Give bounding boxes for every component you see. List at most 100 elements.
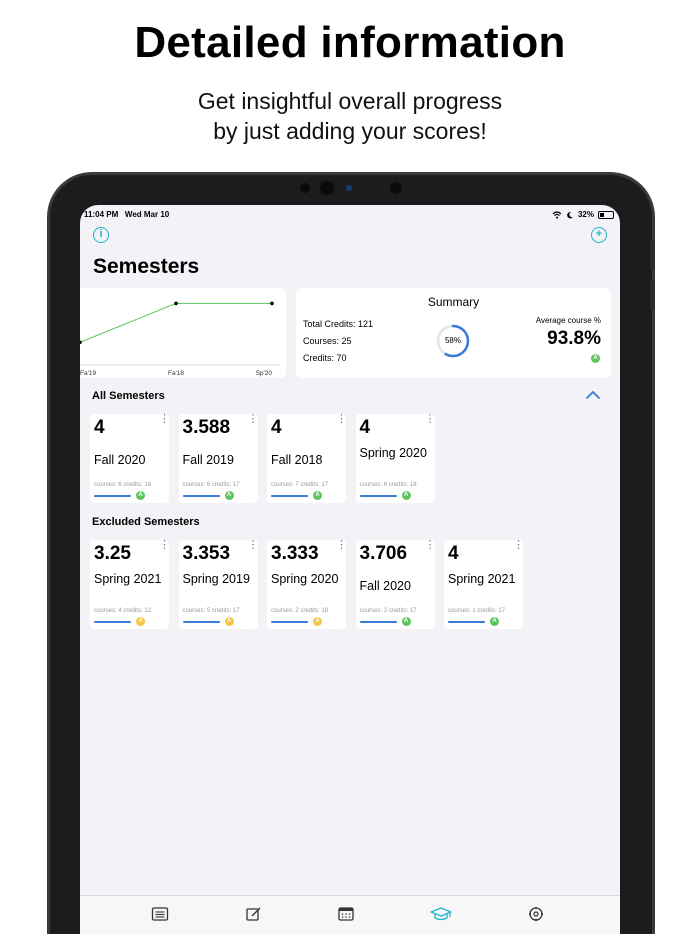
semester-gpa: 4 [359,417,371,438]
semester-card[interactable]: 3.588 ⋮ Fall 2019 courses: 6 credits: 17 A [178,414,259,503]
semester-gpa: 3.706 [359,543,408,564]
promo-subtitle-line: by just adding your scores! [213,118,487,144]
status-bar: 11:04 PM Wed Mar 10 32% [80,208,620,222]
semester-meta: courses: 4 credits: 12 [94,608,152,614]
plus-circle-icon[interactable]: + [591,227,607,243]
status-clock: 11:04 PM [84,210,119,219]
progress-bar [359,495,397,497]
more-options-icon[interactable]: ⋮ [248,414,259,425]
more-options-icon[interactable]: ⋮ [248,540,259,551]
grade-badge: A [136,617,145,626]
semester-name: Fall 2020 [359,579,411,593]
semester-gpa: 4 [448,543,459,564]
summary-card: Summary Total Credits: 121 Courses: 25 C… [296,288,611,378]
semester-meta: courses: 6 credits: 17 [182,482,240,488]
total-credits-label: Total Credits: 121 [303,319,374,329]
grade-badge: A [136,491,145,500]
semester-card[interactable]: 4 ⋮ Spring 2020 courses: 6 credits: 18 A [355,414,436,503]
promo-subtitle: Get insightful overall progress by just … [0,86,700,146]
battery-icon [598,210,614,219]
courses-label: Courses: 25 [303,336,352,346]
calendar-icon[interactable] [337,906,355,922]
semester-card[interactable]: 3.333 ⋮ Spring 2020 courses: 2 credits: 18 A [267,540,347,629]
more-options-icon[interactable]: ⋮ [425,540,436,551]
semester-card[interactable]: 3.25 ⋮ Spring 2021 courses: 4 credits: 12 A [90,540,170,629]
settings-icon[interactable] [527,906,545,922]
camera-light [346,185,352,191]
semester-meta: courses: 7 credits: 17 [271,482,329,488]
gpa-trend-chart: Fa'19 Fa'18 Sp'20 [80,288,286,378]
status-right: 32% [552,210,614,219]
camera-lens [320,181,334,195]
trend-line [80,302,272,343]
semester-name: Spring 2020 [359,446,427,460]
more-options-icon[interactable]: ⋮ [336,414,347,425]
progress-bar [271,495,308,497]
progress-bar [94,621,131,623]
semester-gpa: 3.333 [271,543,319,564]
status-time: 11:04 PM Wed Mar 10 [84,210,169,219]
semester-meta: courses: 6 credits: 18 [94,482,152,488]
app-screen: 11:04 PM Wed Mar 10 32% i + Semesters Fa… [80,205,620,934]
semester-card[interactable]: 4 ⋮ Fall 2018 courses: 7 credits: 17 A [267,414,347,503]
more-options-icon[interactable]: ⋮ [513,540,524,551]
progress-ring-label: 58% [444,336,461,345]
average-course-value: 93.8% [547,328,601,349]
edit-icon[interactable] [245,906,263,922]
grade-badge: A [224,617,234,626]
progress-bar [359,621,397,623]
battery-percent: 32% [577,210,594,219]
excluded-semesters-heading: Excluded Semesters [92,516,200,528]
gpa-trend-svg: Fa'19 Fa'18 Sp'20 [80,301,280,377]
semester-name: Spring 2021 [94,572,162,586]
semester-gpa: 3.588 [182,417,231,438]
semester-meta: courses: 6 credits: 18 [359,482,417,488]
volume-up-button [650,240,655,270]
progress-bar [448,621,485,623]
all-semesters-heading: All Semesters [92,390,165,402]
grade-badge: A [224,491,234,500]
grade-badge: A [313,617,322,626]
semester-card[interactable]: 4 ⋮ Spring 2021 courses: 1 credits: 17 A [444,540,524,629]
progress-bar [94,495,131,497]
progress-bar [271,621,308,623]
semester-name: Spring 2019 [182,572,250,586]
progress-bar [182,621,220,623]
semester-gpa: 3.353 [182,543,231,564]
semester-meta: courses: 1 credits: 17 [448,608,506,614]
chevron-up-icon[interactable] [585,389,601,401]
semester-name: Spring 2020 [271,572,339,586]
volume-down-button [650,280,655,310]
progress-bar [182,495,220,497]
semester-card[interactable]: 4 ⋮ Fall 2020 courses: 6 credits: 18 A [90,414,170,503]
x-tick-label: Fa'18 [168,370,184,377]
semester-name: Fall 2020 [94,453,146,467]
semester-card[interactable]: 3.706 ⋮ Fall 2020 courses: 2 credits: 17 A [355,540,436,629]
semester-gpa: 4 [94,417,105,438]
more-options-icon[interactable]: ⋮ [336,540,347,551]
more-options-icon[interactable]: ⋮ [425,414,436,425]
sensor-dot [300,183,310,193]
semester-gpa: 3.25 [94,543,131,564]
graduation-cap-icon[interactable] [430,906,452,922]
x-tick-label: Fa'19 [80,370,96,377]
promo-subtitle-line: Get insightful overall progress [197,88,503,114]
more-options-icon[interactable]: ⋮ [159,540,170,551]
semester-name: Fall 2019 [182,453,234,467]
average-grade-badge: A [591,354,600,363]
semester-card[interactable]: 3.353 ⋮ Spring 2019 courses: 5 credits: 17 A [178,540,259,629]
moon-icon [567,211,573,218]
average-course-label: Average course % [535,316,601,325]
promo-title: Detailed information [134,18,566,67]
semester-name: Spring 2021 [448,572,516,586]
summary-title: Summary [427,295,480,309]
page-title: Semesters [93,255,200,278]
list-icon[interactable] [151,906,169,922]
status-date: Wed Mar 10 [124,210,170,219]
x-tick-label: Sp'20 [256,370,273,377]
grade-badge: A [313,491,322,500]
tab-bar [80,895,620,934]
info-icon[interactable]: i [93,227,109,243]
trend-point [174,301,178,306]
more-options-icon[interactable]: ⋮ [159,414,170,425]
